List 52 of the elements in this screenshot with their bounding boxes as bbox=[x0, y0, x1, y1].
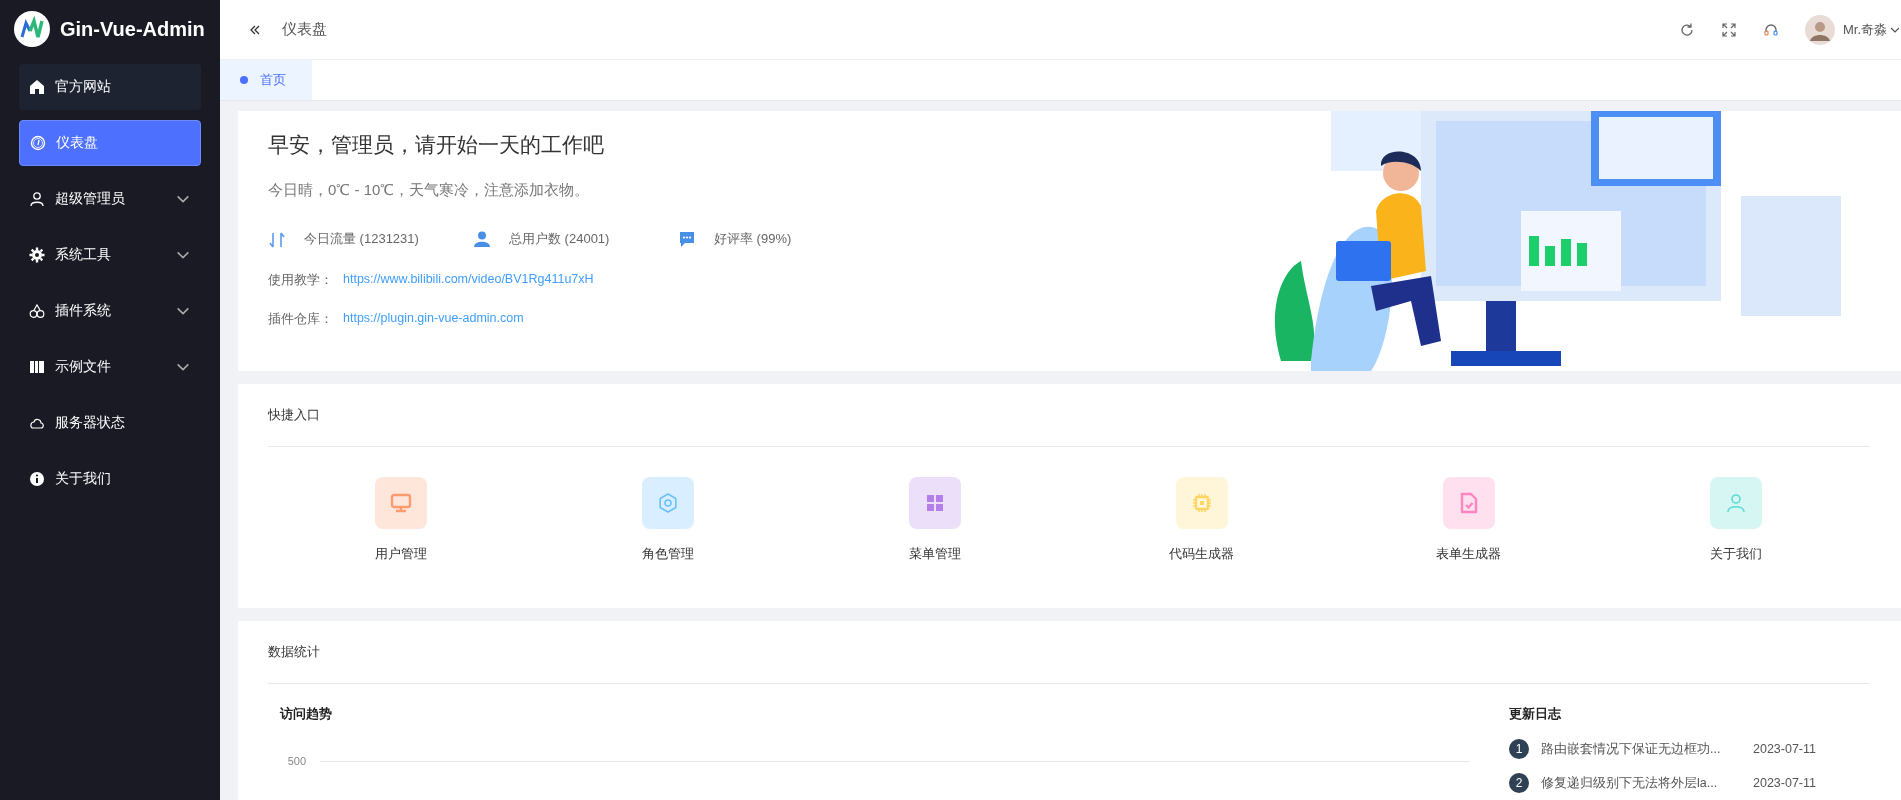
changelog-title: 更新日志 bbox=[1509, 706, 1561, 721]
chart-title: 访问趋势 bbox=[280, 706, 332, 721]
sidebar-item[interactable]: 服务器状态 bbox=[19, 400, 201, 446]
sidebar-item[interactable]: 示例文件 bbox=[19, 344, 201, 390]
avatar[interactable] bbox=[1804, 14, 1835, 45]
gear-icon bbox=[29, 247, 45, 263]
number-badge: 1 bbox=[1509, 739, 1529, 759]
changelog-text: 修复递归级别下无法将外层la... bbox=[1541, 774, 1719, 792]
user-menu[interactable]: Mr.奇淼 bbox=[1842, 20, 1901, 39]
quick-entry[interactable]: 菜单管理 bbox=[801, 477, 1069, 563]
tab[interactable]: 首页 bbox=[220, 60, 312, 100]
headset-icon[interactable] bbox=[1762, 21, 1779, 38]
section-title: 快捷入口 bbox=[268, 406, 320, 424]
refresh-icon[interactable] bbox=[1678, 21, 1695, 38]
app-title: Gin-Vue-Admin bbox=[60, 17, 205, 41]
quick-entry[interactable]: 用户管理 bbox=[268, 477, 535, 563]
changelog-date: 2023-07-11 bbox=[1753, 742, 1816, 756]
home-icon bbox=[29, 79, 45, 95]
logo-icon bbox=[14, 11, 50, 47]
sidebar-item[interactable]: 插件系统 bbox=[19, 288, 201, 334]
sidebar-item[interactable]: 官方网站 bbox=[19, 64, 201, 110]
changelog-text: 路由嵌套情况下保证无边框功... bbox=[1541, 740, 1722, 758]
stat-text: 好评率 (99%) bbox=[714, 230, 792, 248]
weather-text: 今日晴，0℃ - 10℃，天气寒冷，注意添加衣物。 bbox=[268, 181, 591, 200]
chat-icon bbox=[678, 230, 696, 248]
link-label: 插件仓库： bbox=[268, 311, 333, 328]
user-icon bbox=[29, 191, 45, 207]
sidebar-item[interactable]: 仪表盘 bbox=[19, 120, 201, 166]
stat-text: 今日流量 (1231231) bbox=[304, 230, 419, 248]
user-icon bbox=[473, 230, 491, 248]
changelog-date: 2023-07-11 bbox=[1753, 776, 1816, 790]
book-icon bbox=[29, 359, 45, 375]
gauge-icon bbox=[30, 135, 46, 151]
section-title: 数据统计 bbox=[268, 643, 320, 661]
cherries-icon bbox=[29, 303, 45, 319]
fullscreen-icon[interactable] bbox=[1720, 21, 1737, 38]
quick-entry[interactable]: 表单生成器 bbox=[1335, 477, 1603, 563]
link-label: 使用教学： bbox=[268, 272, 333, 289]
dot-icon bbox=[240, 76, 248, 84]
stat-text: 总用户数 (24001) bbox=[509, 230, 610, 248]
sidebar-item[interactable]: 关于我们 bbox=[19, 456, 201, 502]
quick-entry[interactable]: 代码生成器 bbox=[1068, 477, 1336, 563]
number-badge: 2 bbox=[1509, 773, 1529, 793]
sidebar-item[interactable]: 系统工具 bbox=[19, 232, 201, 278]
quick-entry[interactable]: 关于我们 bbox=[1602, 477, 1869, 563]
breadcrumb: 仪表盘 bbox=[282, 20, 327, 39]
greeting-title: 早安，管理员，请开始一天的工作吧 bbox=[268, 132, 605, 158]
axis-tick: 500 bbox=[286, 755, 306, 767]
sidebar-item[interactable]: 超级管理员 bbox=[19, 176, 201, 222]
arrows-icon bbox=[268, 230, 286, 248]
quick-entry[interactable]: 角色管理 bbox=[534, 477, 802, 563]
info-icon bbox=[29, 471, 45, 487]
